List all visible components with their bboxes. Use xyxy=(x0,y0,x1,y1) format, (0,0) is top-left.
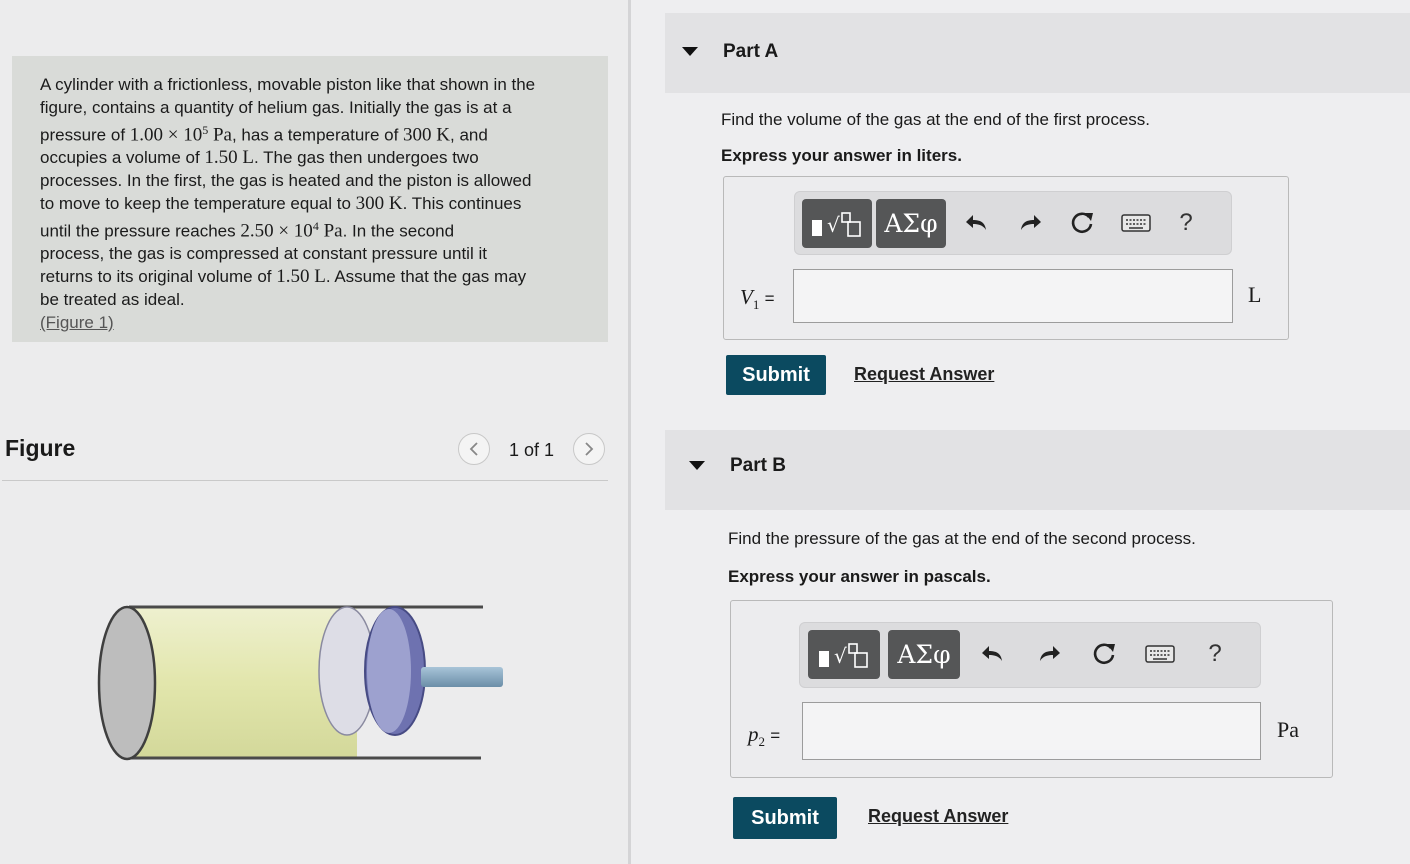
keyboard-icon[interactable] xyxy=(1143,638,1177,670)
svg-text:√: √ xyxy=(827,213,840,237)
help-button[interactable]: ? xyxy=(1169,207,1203,239)
undo-icon[interactable] xyxy=(976,638,1010,670)
math-templates-icon: √ xyxy=(819,642,868,668)
part-b-math-toolbar: √ ΑΣφ ? xyxy=(799,622,1261,688)
reset-icon[interactable] xyxy=(1087,638,1121,670)
problem-line-7: until the pressure reaches 2.50 × 104 Pa… xyxy=(40,219,455,242)
help-button[interactable]: ? xyxy=(1198,638,1232,670)
reached-pressure: 2.50 × 10 xyxy=(240,220,313,242)
svg-text:√: √ xyxy=(834,644,847,668)
initial-pressure: 1.00 × 10 xyxy=(129,124,203,146)
problem-statement: A cylinder with a frictionless, movable … xyxy=(12,56,608,342)
part-a-answer-box: √ ΑΣφ ? V1 = L xyxy=(723,176,1289,340)
figure-count: 1 of 1 xyxy=(509,440,555,460)
part-b-variable-label: p2 = xyxy=(748,722,781,750)
collapse-caret-icon[interactable] xyxy=(689,461,705,470)
problem-line-3: pressure of 1.00 × 105 Pa, has a tempera… xyxy=(40,123,488,146)
part-b-request-answer-link[interactable]: Request Answer xyxy=(868,806,1008,827)
part-b-label[interactable]: Part B xyxy=(730,455,786,477)
part-b-question: Find the pressure of the gas at the end … xyxy=(728,529,1196,548)
initial-temperature: 300 K xyxy=(403,124,451,146)
problem-line-4: occupies a volume of 1.50 L. The gas the… xyxy=(40,147,479,169)
part-b-submit-button[interactable]: Submit xyxy=(733,797,837,839)
reset-icon[interactable] xyxy=(1065,207,1099,239)
collapse-caret-icon[interactable] xyxy=(682,47,698,56)
templates-button[interactable]: √ xyxy=(802,199,872,248)
part-a-math-toolbar: √ ΑΣφ ? xyxy=(794,191,1232,255)
figure-link[interactable]: (Figure 1) xyxy=(40,312,114,335)
chevron-right-icon xyxy=(585,442,594,456)
part-a-unit: L xyxy=(1248,282,1262,307)
figure-title: Figure xyxy=(5,435,76,461)
keyboard-icon[interactable] xyxy=(1119,207,1153,239)
undo-icon[interactable] xyxy=(960,207,994,239)
problem-line-5: processes. In the first, the gas is heat… xyxy=(40,171,532,191)
part-a-instruction: Express your answer in liters. xyxy=(721,146,962,165)
part-a-answer-input[interactable] xyxy=(793,269,1233,323)
part-b-unit: Pa xyxy=(1277,717,1299,742)
next-figure-button[interactable] xyxy=(573,433,605,465)
templates-button[interactable]: √ xyxy=(808,630,880,679)
part-a-request-answer-link[interactable]: Request Answer xyxy=(854,364,994,385)
problem-line-9: returns to its original volume of 1.50 L… xyxy=(40,266,527,288)
problem-line-8: process, the gas is compressed at consta… xyxy=(40,244,487,264)
redo-icon[interactable] xyxy=(1032,638,1066,670)
initial-volume: 1.50 L xyxy=(204,147,255,169)
math-templates-icon: √ xyxy=(812,211,861,237)
part-b-answer-input[interactable] xyxy=(802,702,1261,760)
part-a-question: Find the volume of the gas at the end of… xyxy=(721,110,1151,129)
part-a-label[interactable]: Part A xyxy=(723,41,778,63)
chevron-left-icon xyxy=(469,442,478,456)
problem-line-10: be treated as ideal. xyxy=(40,289,185,309)
problem-line-1: A cylinder with a frictionless, movable … xyxy=(40,75,536,94)
greek-symbols-button[interactable]: ΑΣφ xyxy=(888,630,960,679)
greek-symbols-button[interactable]: ΑΣφ xyxy=(876,199,946,248)
part-b-answer-box: √ ΑΣφ ? p2 = Pa xyxy=(730,600,1333,778)
problem-line-6: to move to keep the temperature equal to… xyxy=(40,192,522,214)
redo-icon[interactable] xyxy=(1013,207,1047,239)
cylinder-piston-illustration xyxy=(97,605,503,761)
part-a-variable-label: V1 = xyxy=(740,285,775,313)
figure-divider xyxy=(2,480,608,481)
part-b-instruction: Express your answer in pascals. xyxy=(728,567,991,586)
problem-line-2: figure, contains a quantity of helium ga… xyxy=(40,97,512,117)
previous-figure-button[interactable] xyxy=(458,433,490,465)
part-a-submit-button[interactable]: Submit xyxy=(726,355,826,395)
